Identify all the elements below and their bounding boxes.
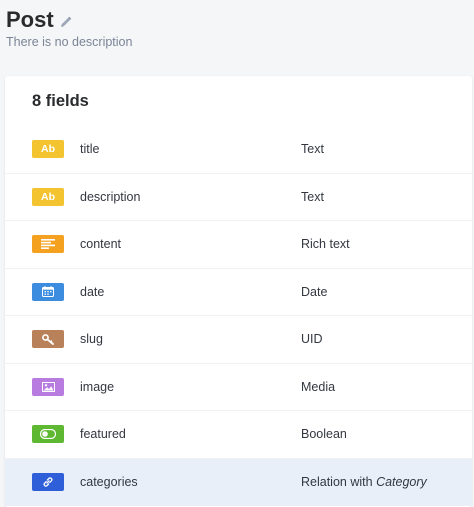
field-type: Text: [301, 142, 324, 157]
field-name: title: [80, 142, 100, 157]
field-type: Relation with Category: [301, 475, 427, 489]
field-row-date[interactable]: date Date: [5, 269, 472, 316]
paragraph-icon: [32, 235, 64, 254]
field-name: description: [80, 189, 141, 204]
field-row-categories[interactable]: categories Relation with Category: [5, 458, 472, 506]
pencil-icon[interactable]: [60, 16, 72, 28]
field-type: Boolean: [301, 427, 347, 442]
field-row-featured[interactable]: featured Boolean: [5, 411, 472, 459]
field-name: slug: [80, 332, 103, 347]
field-name: content: [80, 237, 122, 252]
field-name: featured: [80, 427, 126, 442]
toggle-icon: [32, 425, 64, 444]
text-icon-label: Ab: [41, 190, 55, 203]
page-title: Post: [6, 7, 54, 32]
text-icon-label: Ab: [41, 143, 55, 156]
field-name: image: [80, 379, 115, 394]
field-type: Rich text: [301, 237, 350, 252]
page-description: There is no description: [6, 35, 133, 49]
field-row-image[interactable]: image Media: [5, 364, 472, 411]
fields-list: Ab title Text Ab description Text conten…: [5, 126, 472, 506]
field-type: UID: [301, 332, 323, 347]
field-row-description[interactable]: Ab description Text: [5, 174, 472, 221]
text-icon: Ab: [32, 187, 64, 206]
field-type: Text: [301, 189, 324, 204]
link-icon: [32, 473, 64, 492]
fields-count-title: 8 fields: [32, 92, 89, 110]
key-icon: [32, 330, 64, 349]
image-icon: [32, 377, 64, 396]
relation-target: Category: [376, 475, 427, 490]
content-type-header: Post There is no description: [6, 6, 468, 49]
field-type: Media: [301, 379, 336, 394]
field-name: categories: [80, 475, 138, 490]
field-row-content[interactable]: content Rich text: [5, 221, 472, 269]
calendar-icon: [32, 282, 64, 301]
text-icon: Ab: [32, 140, 64, 159]
field-row-title[interactable]: Ab title Text: [5, 126, 472, 174]
fields-card: 8 fields Ab title Text Ab description Te…: [5, 76, 472, 507]
title-row: Post: [6, 6, 468, 34]
field-name: date: [80, 284, 105, 299]
relation-label: Relation with: [301, 475, 373, 490]
field-type: Date: [301, 284, 328, 299]
field-row-slug[interactable]: slug UID: [5, 316, 472, 364]
